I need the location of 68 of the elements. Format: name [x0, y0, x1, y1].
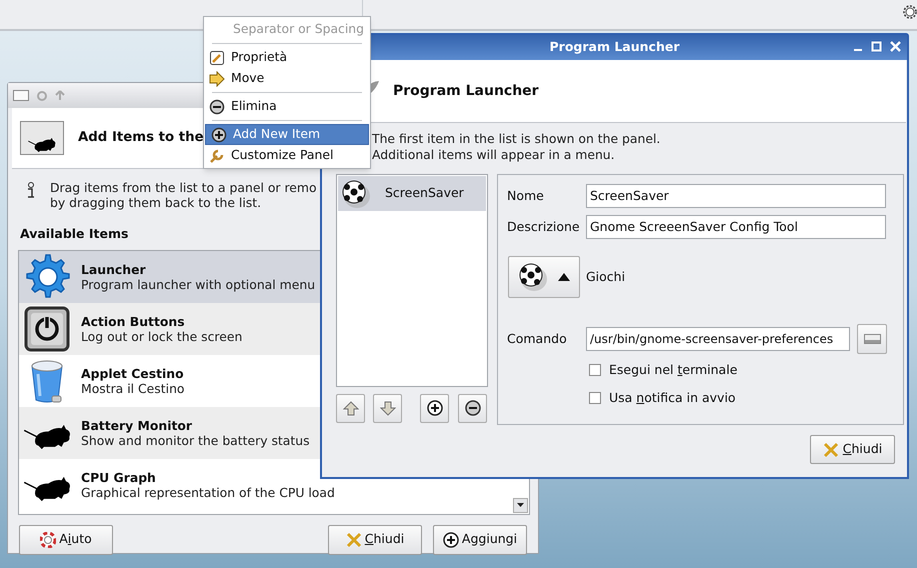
- soccer-ball-icon: [341, 178, 371, 208]
- lifebuoy-icon: [40, 532, 56, 548]
- item-description: Program launcher with optional menu: [81, 276, 316, 292]
- circle-icon: [37, 90, 47, 100]
- instructions-text: Drag items from the list to a panel or remo by dragging them back to the list.: [50, 180, 317, 210]
- item-title: Action Buttons: [81, 314, 186, 329]
- window-menu-icon[interactable]: [13, 90, 29, 101]
- list-item[interactable]: ScreenSaver: [338, 176, 486, 211]
- maximize-icon[interactable]: [871, 41, 882, 52]
- item-title: Applet Cestino: [81, 366, 184, 381]
- description-text: The first item in the list is shown on the panel. Additional items will appear in a menu.: [372, 131, 660, 163]
- wrench-icon: [209, 148, 225, 164]
- plus-icon: [211, 126, 227, 142]
- item-description: Log out or lock the screen: [81, 328, 242, 344]
- browse-button[interactable]: [857, 324, 887, 354]
- soccer-ball-icon: [518, 262, 548, 292]
- input-field[interactable]: /usr/bin/gnome-screensaver-preferences: [586, 327, 850, 351]
- down-arrow-icon: [380, 400, 396, 417]
- menu-item[interactable]: Customize Panel: [204, 145, 370, 166]
- up-arrow-icon: [342, 400, 358, 417]
- menu-item[interactable]: Proprietà: [204, 47, 370, 68]
- plus-icon: [442, 532, 459, 548]
- checkbox[interactable]: Esegui nel terminale: [589, 361, 903, 380]
- drive-icon: [864, 334, 880, 344]
- pencil-icon: [209, 50, 225, 66]
- minus-icon: [209, 98, 225, 114]
- remove-entry-button[interactable]: [458, 394, 487, 423]
- item-description: Show and monitor the battery status: [81, 432, 310, 448]
- field-label: Nome: [507, 186, 545, 205]
- item-title: Launcher: [81, 262, 147, 277]
- settings-icon[interactable]: [901, 3, 917, 21]
- item-title: Battery Monitor: [81, 418, 194, 433]
- add-entry-button[interactable]: [420, 394, 449, 423]
- window-title: Program Launcher: [550, 38, 680, 56]
- x-icon: [822, 442, 839, 458]
- close-button[interactable]: Chiudi: [810, 435, 895, 464]
- add-button[interactable]: Aggiungi: [433, 524, 527, 555]
- close-button[interactable]: Chiudi: [328, 524, 422, 555]
- menu-item: Separator or Spacing: [232, 20, 366, 38]
- menu-item[interactable]: Add New Item: [205, 124, 369, 145]
- mouse-icon: [20, 121, 64, 155]
- item-title: CPU Graph: [81, 470, 157, 485]
- menu-item[interactable]: Elimina: [204, 96, 370, 117]
- help-button[interactable]: Aiuto: [19, 524, 113, 555]
- x-icon: [346, 532, 362, 548]
- dialog-heading: Add Items to the: [78, 129, 204, 148]
- checkbox[interactable]: Usa notifica in avvio: [589, 388, 903, 408]
- minus-icon: [464, 400, 480, 417]
- up-button[interactable]: [336, 394, 365, 423]
- up-arrow-icon: [55, 90, 65, 101]
- menu-item[interactable]: Move: [204, 68, 370, 89]
- caret-icon: [558, 273, 570, 281]
- field-label: Descrizione: [507, 218, 581, 236]
- power-icon: [23, 304, 71, 353]
- down-button[interactable]: [373, 394, 402, 423]
- arrow-icon: [209, 70, 225, 86]
- dialog-heading: Program Launcher: [393, 82, 539, 100]
- category-label: Giochi: [586, 268, 626, 286]
- input-field[interactable]: Gnome ScreeenSaver Config Tool: [586, 215, 886, 239]
- caret-icon: [517, 503, 524, 508]
- icon-button[interactable]: [508, 256, 580, 298]
- input-field[interactable]: ScreenSaver: [586, 184, 886, 208]
- plus-icon: [426, 400, 442, 417]
- close-icon[interactable]: [890, 41, 901, 52]
- info-icon: [26, 182, 36, 199]
- scroll-down-button[interactable]: [513, 498, 528, 513]
- item-description: Mostra il Cestino: [81, 380, 184, 396]
- item-description: Graphical representation of the CPU load: [81, 484, 335, 500]
